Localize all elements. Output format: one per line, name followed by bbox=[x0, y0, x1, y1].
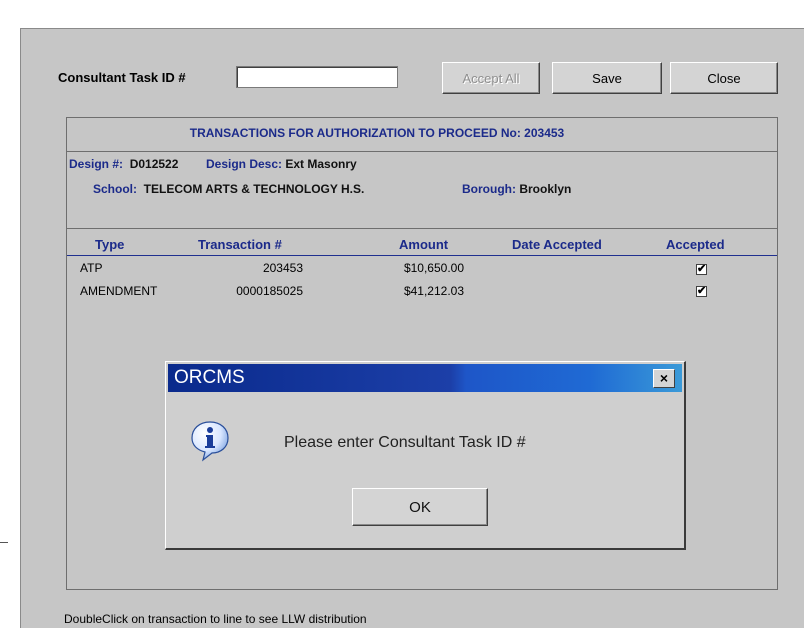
borough-label: Borough: bbox=[462, 182, 516, 196]
design-desc-row: Design Desc: Ext Masonry bbox=[206, 157, 357, 171]
dialog-close-button[interactable]: × bbox=[653, 369, 675, 388]
borough-value: Brooklyn bbox=[519, 182, 572, 196]
column-header-accepted: Accepted bbox=[666, 237, 725, 252]
dialog-title: ORCMS bbox=[174, 367, 245, 388]
task-id-input[interactable] bbox=[236, 66, 398, 88]
design-desc-label: Design Desc: bbox=[206, 157, 283, 171]
column-header-transaction: Transaction # bbox=[198, 237, 282, 252]
accepted-checkbox[interactable]: ✔ bbox=[696, 264, 707, 275]
header-divider bbox=[67, 255, 777, 256]
design-no-value: D012522 bbox=[129, 157, 179, 171]
window-edge-mark bbox=[0, 542, 8, 543]
dialog-message: Please enter Consultant Task ID # bbox=[284, 434, 526, 451]
cell-type: ATP bbox=[80, 261, 103, 275]
column-header-amount: Amount bbox=[399, 237, 449, 252]
accept-all-button[interactable]: Accept All bbox=[442, 62, 540, 94]
borough-row: Borough: Brooklyn bbox=[462, 182, 571, 196]
save-button[interactable]: Save bbox=[552, 62, 662, 94]
accepted-checkbox[interactable]: ✔ bbox=[696, 286, 707, 297]
task-id-label: Consultant Task ID # bbox=[58, 70, 186, 85]
design-no-label: Design #: bbox=[69, 157, 124, 171]
message-dialog: ORCMS × Please enter Consultant Task ID … bbox=[165, 361, 686, 550]
ok-button[interactable]: OK bbox=[352, 488, 488, 526]
footer-hint: DoubleClick on transaction to line to se… bbox=[64, 612, 367, 626]
school-value: TELECOM ARTS & TECHNOLOGY H.S. bbox=[143, 182, 365, 196]
design-desc-value: Ext Masonry bbox=[285, 157, 357, 171]
cell-transaction: 0000185025 bbox=[236, 284, 303, 298]
column-header-date-accepted: Date Accepted bbox=[512, 237, 602, 252]
column-header-type: Type bbox=[95, 237, 125, 252]
divider bbox=[67, 151, 777, 152]
school-row: School: TELECOM ARTS & TECHNOLOGY H.S. bbox=[93, 182, 364, 196]
close-button[interactable]: Close bbox=[670, 62, 778, 94]
cell-amount: $10,650.00 bbox=[403, 261, 464, 275]
design-info-row: Design #: D012522 bbox=[69, 157, 178, 171]
transactions-window: Consultant Task ID # Accept All Save Clo… bbox=[20, 28, 804, 628]
info-icon bbox=[191, 421, 229, 462]
dialog-titlebar[interactable]: ORCMS × bbox=[168, 364, 682, 392]
school-label: School: bbox=[93, 182, 137, 196]
divider bbox=[67, 228, 777, 229]
cell-type: AMENDMENT bbox=[80, 284, 158, 298]
cell-amount: $41,212.03 bbox=[403, 284, 464, 298]
panel-title: TRANSACTIONS FOR AUTHORIZATION TO PROCEE… bbox=[189, 126, 565, 140]
cell-transaction: 203453 bbox=[262, 261, 303, 275]
